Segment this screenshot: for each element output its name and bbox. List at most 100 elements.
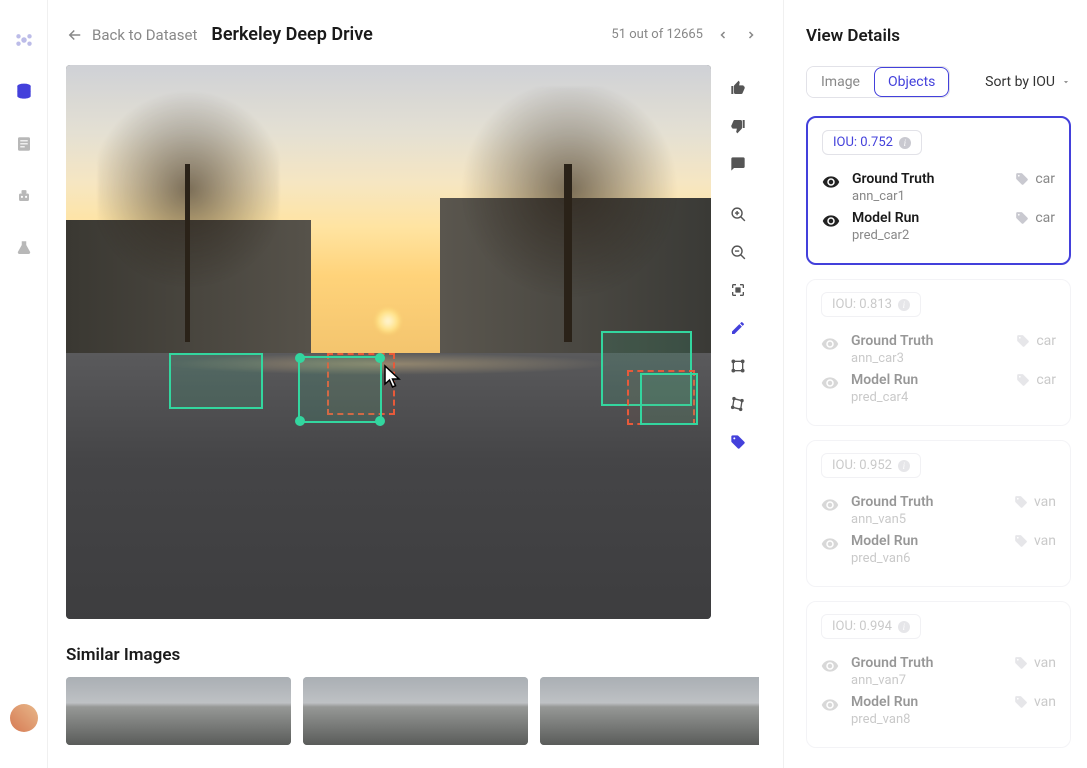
object-title: Ground Truth xyxy=(851,655,1002,671)
object-tag: car xyxy=(1016,372,1056,388)
object-title: Model Run xyxy=(851,694,1002,710)
pager-text: 51 out of 12665 xyxy=(611,27,703,42)
back-to-dataset-link[interactable]: Back to Dataset xyxy=(92,26,197,44)
main-content: Back to Dataset Berkeley Deep Drive 51 o… xyxy=(48,0,783,768)
logo-icon[interactable] xyxy=(12,28,36,52)
visibility-toggle-icon[interactable] xyxy=(822,173,840,191)
iou-chip: IOU: 0.813 i xyxy=(821,292,921,317)
model-icon[interactable] xyxy=(12,184,36,208)
fit-icon[interactable] xyxy=(721,273,755,307)
object-row: Model Run pred_car2 car xyxy=(822,210,1055,243)
page-title: Berkeley Deep Drive xyxy=(211,24,372,45)
info-icon[interactable]: i xyxy=(898,460,910,472)
zoom-in-icon[interactable] xyxy=(721,197,755,231)
object-title: Ground Truth xyxy=(852,171,1003,187)
object-row: Ground Truth ann_van7 van xyxy=(821,655,1056,688)
object-tag: van xyxy=(1014,494,1056,510)
datasets-icon[interactable] xyxy=(12,80,36,104)
tag-tool-icon[interactable] xyxy=(721,425,755,459)
avatar[interactable] xyxy=(10,704,38,732)
detection-card[interactable]: IOU: 0.752iGround Truthann_car1carModel … xyxy=(806,116,1071,265)
back-arrow-icon[interactable] xyxy=(66,26,84,44)
detection-card[interactable]: IOU: 0.952iGround Truthann_van5vanModel … xyxy=(806,440,1071,587)
iou-chip: IOU: 0.994 i xyxy=(821,614,921,639)
comment-icon[interactable] xyxy=(721,147,755,181)
details-panel: View Details Image Objects Sort by IOU I… xyxy=(783,0,1087,768)
bbox-gt-car-left[interactable] xyxy=(169,353,263,408)
similar-thumb[interactable] xyxy=(303,677,528,745)
docs-icon[interactable] xyxy=(12,132,36,156)
object-sub: ann_car3 xyxy=(851,351,1004,366)
visibility-toggle-icon[interactable] xyxy=(821,335,839,353)
object-title: Model Run xyxy=(851,533,1002,549)
object-tag: van xyxy=(1014,694,1056,710)
visibility-toggle-icon[interactable] xyxy=(821,496,839,514)
object-row: Ground Truth ann_car1 car xyxy=(822,171,1055,204)
object-tag: van xyxy=(1014,533,1056,549)
iou-chip: IOU: 0.952 i xyxy=(821,453,921,478)
object-tag: car xyxy=(1016,333,1056,349)
object-tag: car xyxy=(1015,171,1055,187)
thumbs-up-icon[interactable] xyxy=(721,71,755,105)
pager-prev-icon[interactable] xyxy=(715,27,731,43)
tab-image[interactable]: Image xyxy=(807,67,874,97)
image-canvas-wrap xyxy=(66,65,711,619)
visibility-toggle-icon[interactable] xyxy=(821,696,839,714)
image-canvas[interactable] xyxy=(66,65,711,619)
experiments-icon[interactable] xyxy=(12,236,36,260)
info-icon[interactable]: i xyxy=(899,137,911,149)
visibility-toggle-icon[interactable] xyxy=(821,535,839,553)
tab-objects[interactable]: Objects xyxy=(874,67,949,97)
object-title: Ground Truth xyxy=(851,494,1002,510)
object-title: Ground Truth xyxy=(851,333,1004,349)
similar-images-row xyxy=(66,677,759,745)
pager-next-icon[interactable] xyxy=(743,27,759,43)
object-tag: car xyxy=(1015,210,1055,226)
object-sub: pred_van6 xyxy=(851,551,1002,566)
zoom-out-icon[interactable] xyxy=(721,235,755,269)
polygon-tool-icon[interactable] xyxy=(721,387,755,421)
object-row: Model Runpred_car4car xyxy=(821,372,1056,405)
sort-dropdown[interactable]: Sort by IOU xyxy=(985,74,1071,90)
object-sub: ann_van7 xyxy=(851,673,1002,688)
info-icon[interactable]: i xyxy=(898,299,910,311)
object-sub: ann_van5 xyxy=(851,512,1002,527)
object-title: Model Run xyxy=(852,210,1003,226)
visibility-toggle-icon[interactable] xyxy=(821,657,839,675)
object-sub: pred_car2 xyxy=(852,228,1003,243)
similar-thumb[interactable] xyxy=(540,677,759,745)
sidebar-nav xyxy=(0,0,48,768)
object-row: Ground Truth ann_van5 van xyxy=(821,494,1056,527)
pencil-icon[interactable] xyxy=(721,311,755,345)
object-sub: pred_van8 xyxy=(851,712,1002,727)
view-toggle: Image Objects xyxy=(806,66,950,98)
object-sub: ann_car1 xyxy=(852,189,1003,204)
object-tag: van xyxy=(1014,655,1056,671)
iou-label: IOU: 0.952 xyxy=(832,458,892,473)
bbox-gt-car-selected[interactable] xyxy=(298,356,382,423)
thumbs-down-icon[interactable] xyxy=(721,109,755,143)
similar-images-title: Similar Images xyxy=(66,645,759,665)
canvas-toolbar xyxy=(721,71,759,619)
bbox-gt-van2[interactable] xyxy=(640,373,698,426)
detection-card[interactable]: IOU: 0.813iGround Truthann_car3carModel … xyxy=(806,279,1071,426)
visibility-toggle-icon[interactable] xyxy=(821,374,839,392)
info-icon[interactable]: i xyxy=(898,621,910,633)
similar-thumb[interactable] xyxy=(66,677,291,745)
box-tool-icon[interactable] xyxy=(721,349,755,383)
detection-card[interactable]: IOU: 0.994iGround Truthann_van7vanModel … xyxy=(806,601,1071,748)
iou-label: IOU: 0.994 xyxy=(832,619,892,634)
header: Back to Dataset Berkeley Deep Drive 51 o… xyxy=(66,24,759,45)
visibility-toggle-icon[interactable] xyxy=(822,212,840,230)
sort-label: Sort by IOU xyxy=(985,74,1055,90)
cursor-icon xyxy=(383,364,403,390)
details-title: View Details xyxy=(806,26,1071,46)
iou-chip: IOU: 0.752 i xyxy=(822,130,922,155)
iou-label: IOU: 0.813 xyxy=(832,297,892,312)
object-row: Model Run pred_van8 van xyxy=(821,694,1056,727)
object-sub: pred_car4 xyxy=(851,390,1004,405)
object-row: Model Run pred_van6 van xyxy=(821,533,1056,566)
caret-down-icon xyxy=(1061,77,1071,87)
object-row: Ground Truth ann_car3 car xyxy=(821,333,1056,366)
iou-label: IOU: 0.752 xyxy=(833,135,893,150)
